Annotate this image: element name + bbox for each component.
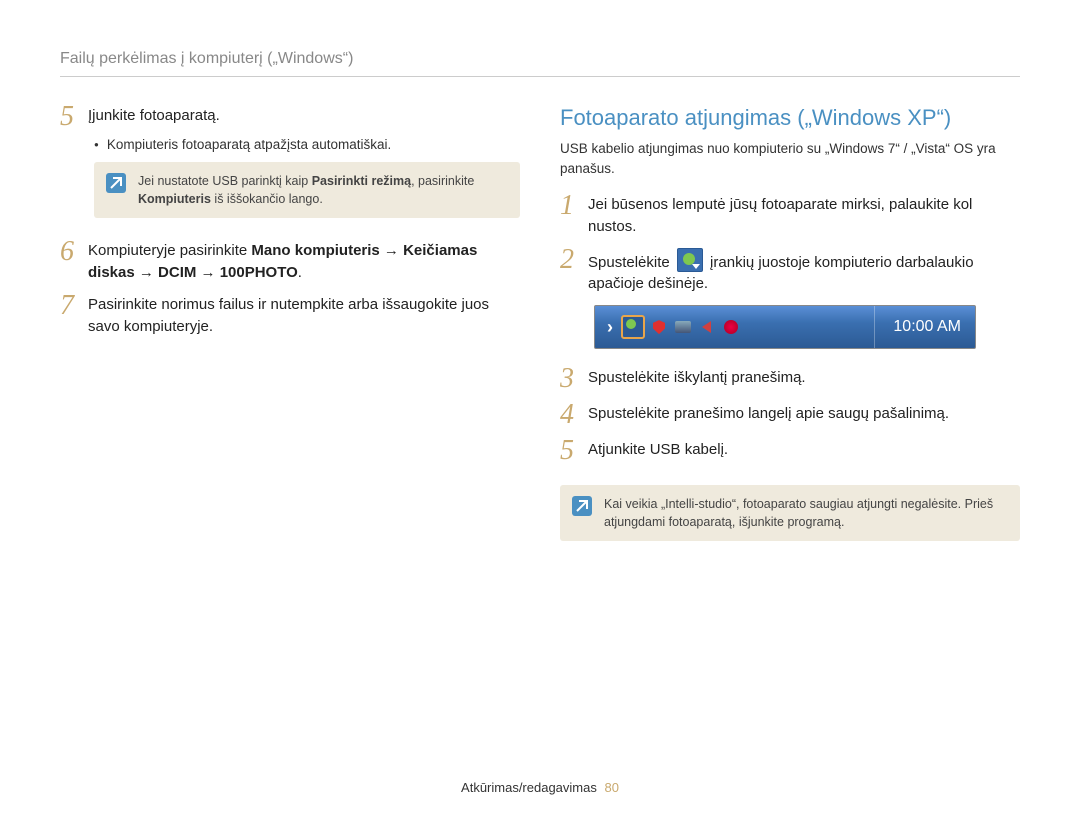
section-title: Fotoaparato atjungimas („Windows XP“) <box>560 105 1020 131</box>
step-text: Spustelėkite iškylantį pranešimą. <box>588 367 806 389</box>
left-column: 5 Įjunkite fotoaparatą. Kompiuteris foto… <box>60 105 520 770</box>
step-5-bullets: Kompiuteris fotoaparatą atpažįsta automa… <box>94 137 520 152</box>
tray-shield-icon <box>649 317 669 337</box>
step-1: 1 Jei būsenos lemputė jūsų fotoaparate m… <box>560 194 1020 238</box>
step-text: Atjunkite USB kabelį. <box>588 439 728 461</box>
breadcrumb: Failų perkėlimas į kompiuterį („Windows“… <box>60 50 1020 77</box>
step-number: 1 <box>560 192 588 220</box>
step-5: 5 Įjunkite fotoaparatą. <box>60 105 520 131</box>
safely-remove-icon <box>677 248 703 272</box>
footer-section: Atkūrimas/redagavimas <box>461 780 597 795</box>
step-number: 6 <box>60 238 88 266</box>
note-text: Jei nustatote USB parinktį kaip Pasirink… <box>138 172 506 208</box>
step-text: Pasirinkite norimus failus ir nutempkite… <box>88 294 520 338</box>
step-number: 5 <box>560 437 588 465</box>
step-number: 5 <box>60 103 88 131</box>
section-intro: USB kabelio atjungimas nuo kompiuterio s… <box>560 139 1020 178</box>
tray-volume-icon <box>697 317 717 337</box>
tray-monitor-icon <box>673 317 693 337</box>
note-box-usb-mode: Jei nustatote USB parinktį kaip Pasirink… <box>94 162 520 218</box>
bullet-item: Kompiuteris fotoaparatą atpažįsta automa… <box>94 137 520 152</box>
system-tray <box>621 315 741 339</box>
page-number: 80 <box>604 780 618 795</box>
taskbar-clock: 10:00 AM <box>874 306 975 348</box>
step-text: Jei būsenos lemputė jūsų fotoaparate mir… <box>588 194 1020 238</box>
step-number: 2 <box>560 246 588 274</box>
step-2: 2 Spustelėkite įrankių juostoje kompiute… <box>560 248 1020 296</box>
note-box-intelli-studio: Kai veikia „Intelli-studio“, fotoaparato… <box>560 485 1020 541</box>
taskbar-screenshot: › 10:00 AM <box>594 305 976 349</box>
note-text: Kai veikia „Intelli-studio“, fotoaparato… <box>604 495 1006 531</box>
note-icon <box>106 173 126 193</box>
step-text: Kompiuteryje pasirinkite Mano kompiuteri… <box>88 240 520 284</box>
step-text: Spustelėkite įrankių juostoje kompiuteri… <box>588 248 1020 296</box>
tray-misc-icon <box>721 317 741 337</box>
step-number: 4 <box>560 401 588 429</box>
taskbar-expand-icon: › <box>595 317 621 338</box>
right-column: Fotoaparato atjungimas („Windows XP“) US… <box>560 105 1020 770</box>
step-7: 7 Pasirinkite norimus failus ir nutempki… <box>60 294 520 338</box>
step-3: 3 Spustelėkite iškylantį pranešimą. <box>560 367 1020 393</box>
step-text: Spustelėkite pranešimo langelį apie saug… <box>588 403 949 425</box>
page-footer: Atkūrimas/redagavimas 80 <box>60 770 1020 795</box>
step-5-right: 5 Atjunkite USB kabelį. <box>560 439 1020 465</box>
step-4: 4 Spustelėkite pranešimo langelį apie sa… <box>560 403 1020 429</box>
step-6: 6 Kompiuteryje pasirinkite Mano kompiute… <box>60 240 520 284</box>
step-number: 3 <box>560 365 588 393</box>
tray-safely-remove-icon <box>621 315 645 339</box>
note-icon <box>572 496 592 516</box>
step-number: 7 <box>60 292 88 320</box>
step-text: Įjunkite fotoaparatą. <box>88 105 220 127</box>
